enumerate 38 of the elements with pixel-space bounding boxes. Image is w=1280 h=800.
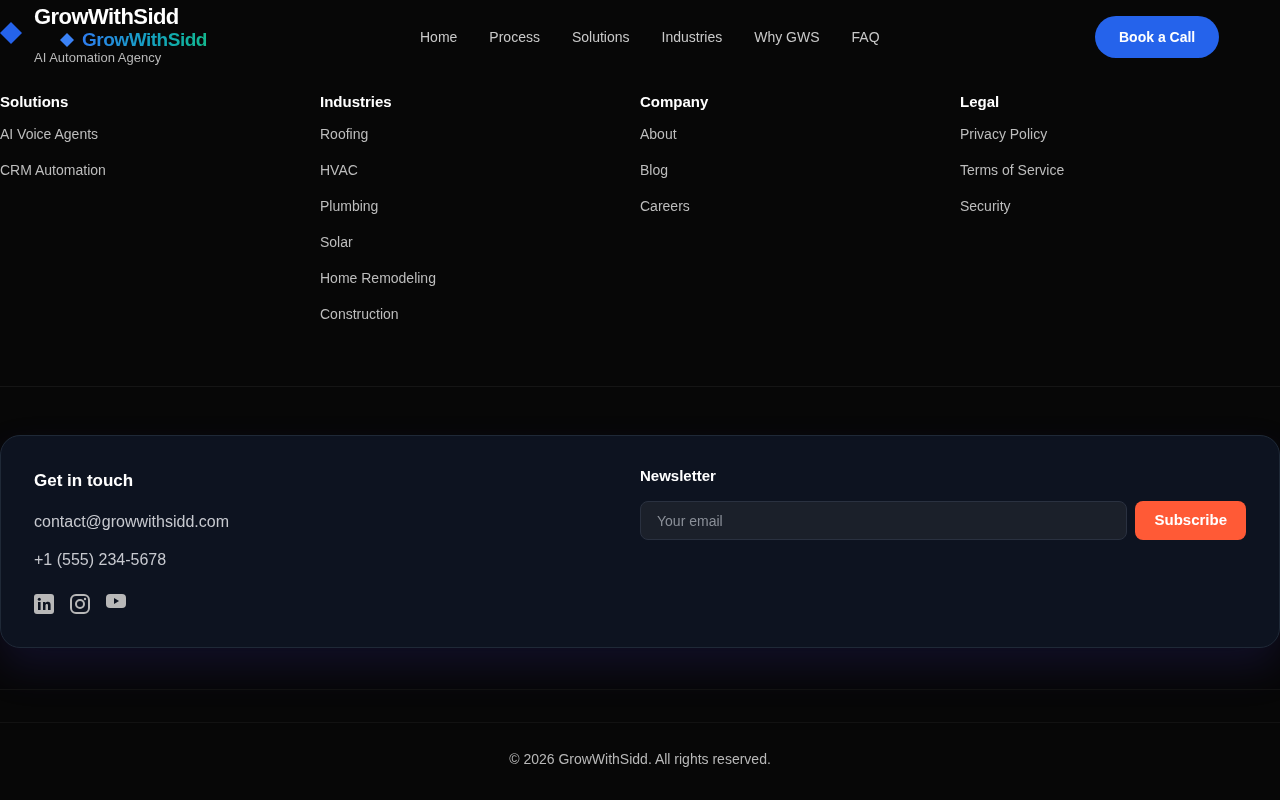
newsletter-heading: Newsletter (640, 466, 717, 486)
book-call-button[interactable]: Book a Call (1095, 16, 1220, 58)
footer-link[interactable]: Construction (320, 304, 399, 324)
column-heading: Solutions (0, 92, 69, 112)
nav-link[interactable]: Home (420, 27, 458, 47)
phone-link[interactable]: +1 (555) 234-5678 (34, 550, 167, 570)
tagline: AI Automation Agency (34, 50, 163, 65)
footer-link[interactable]: Privacy Policy (960, 124, 1048, 144)
linkedin-icon[interactable] (34, 594, 54, 614)
nav-link[interactable]: Solutions (571, 27, 630, 47)
diamond-icon (0, 22, 22, 44)
logo-text[interactable]: GrowWithSidd (34, 4, 179, 30)
footer-link[interactable]: Security (960, 196, 1011, 216)
instagram-icon[interactable] (70, 594, 90, 614)
footer-link[interactable]: AI Voice Agents (0, 124, 99, 144)
nav-link[interactable]: Industries (661, 27, 723, 47)
copyright-text: © 2026 GrowWithSidd. All rights reserved. (509, 750, 771, 769)
nav-link[interactable]: Process (489, 27, 540, 47)
contact-heading: Get in touch (34, 470, 134, 492)
email-link[interactable]: contact@growwithsidd.com (34, 512, 229, 532)
diamond-icon (60, 33, 74, 47)
footer-link[interactable]: Solar (320, 232, 353, 252)
youtube-icon[interactable] (106, 594, 126, 608)
footer-link[interactable]: HVAC (320, 160, 358, 180)
column-heading: Industries (320, 92, 392, 112)
column-heading: Legal (960, 92, 1000, 112)
footer-link[interactable]: Home Remodeling (320, 268, 436, 288)
nav-link[interactable]: FAQ (851, 27, 880, 47)
footer-link[interactable]: Careers (640, 196, 690, 216)
column-heading: Company (640, 92, 709, 112)
footer-link[interactable]: Roofing (320, 124, 369, 144)
footer-link[interactable]: Plumbing (320, 196, 379, 216)
nav-link[interactable]: Why GWS (754, 27, 820, 47)
footer-link[interactable]: Terms of Service (960, 160, 1065, 180)
footer-link[interactable]: CRM Automation (0, 160, 106, 180)
footer-link[interactable]: About (640, 124, 677, 144)
email-input[interactable]: Your email (640, 501, 1128, 540)
footer-link[interactable]: Blog (640, 160, 669, 180)
